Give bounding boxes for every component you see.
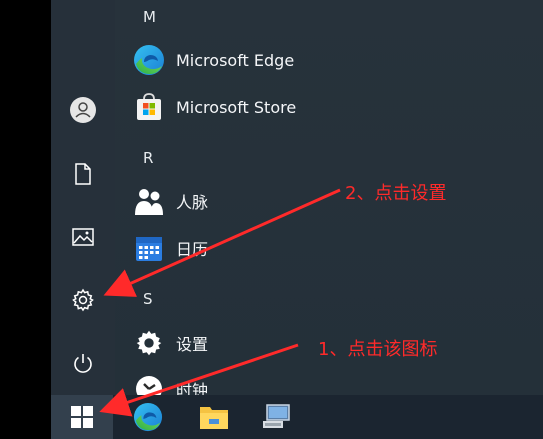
gear-icon	[133, 327, 165, 359]
app-settings[interactable]: 设置	[133, 325, 208, 361]
app-label: 人脉	[176, 193, 209, 212]
document-icon[interactable]	[69, 160, 97, 188]
section-letter-r[interactable]: R	[143, 149, 153, 167]
user-avatar-icon[interactable]	[69, 96, 97, 124]
this-pc-icon[interactable]	[254, 395, 298, 439]
app-microsoft-store[interactable]: Microsoft Store	[133, 89, 296, 125]
power-icon[interactable]	[69, 349, 97, 377]
annotation-step-1: 1、点击该图标	[318, 339, 438, 360]
app-label: 设置	[176, 335, 209, 354]
edge-icon	[133, 44, 165, 76]
people-icon	[133, 185, 165, 217]
taskbar-edge-icon[interactable]	[126, 395, 170, 439]
app-calendar[interactable]: 日历	[133, 230, 208, 266]
app-label: Microsoft Store	[176, 97, 297, 117]
store-icon	[133, 91, 165, 123]
app-people[interactable]: 人脉	[133, 183, 208, 219]
settings-gear-icon[interactable]	[69, 286, 97, 314]
app-microsoft-edge[interactable]: Microsoft Edge	[133, 42, 294, 78]
start-menu-rail	[51, 0, 115, 395]
left-black-strip	[0, 0, 51, 439]
windows-start-icon[interactable]	[51, 395, 113, 439]
calendar-icon	[133, 232, 165, 264]
section-letter-s[interactable]: S	[143, 290, 153, 308]
app-label: 日历	[176, 240, 209, 259]
annotation-step-2: 2、点击设置	[345, 183, 447, 204]
app-label: Microsoft Edge	[176, 50, 295, 70]
file-explorer-icon[interactable]	[192, 395, 236, 439]
section-letter-m[interactable]: M	[143, 8, 156, 26]
pictures-icon[interactable]	[69, 223, 97, 251]
